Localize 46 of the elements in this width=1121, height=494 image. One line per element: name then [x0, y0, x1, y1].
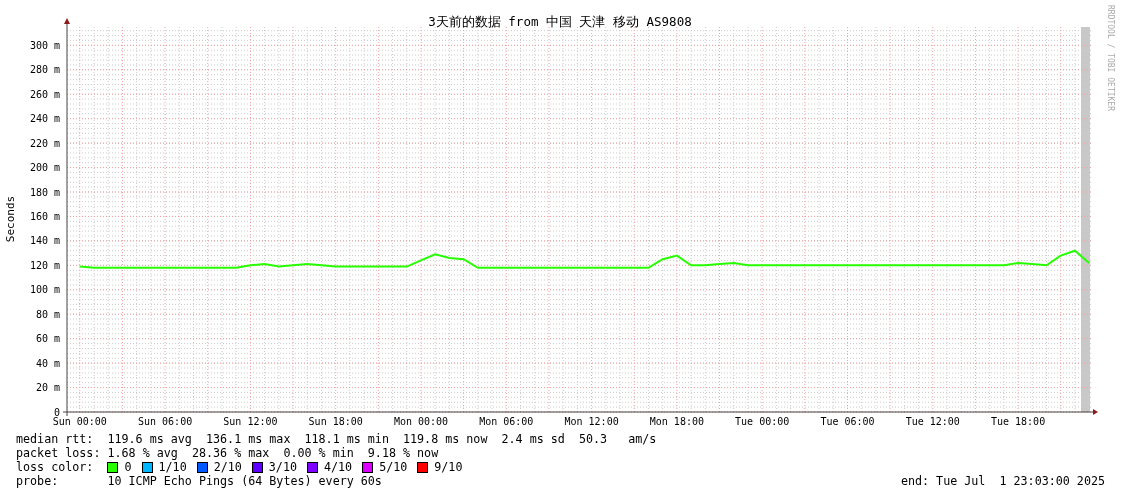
x-tick-label: Mon 12:00: [564, 416, 619, 427]
x-tick-label: Sun 18:00: [308, 416, 363, 427]
x-tick-label: Mon 00:00: [393, 416, 449, 427]
legend-label: loss color:: [16, 460, 95, 474]
legend-label: probe:: [16, 474, 60, 488]
x-tick-label: Mon 06:00: [479, 416, 534, 427]
legend-text: 1.68 % avg 28.36 % max 0.00 % min 9.18 % now: [107, 446, 439, 460]
x-tick-label: Sun 00:00: [52, 416, 107, 427]
loss-color-label: 4/10: [324, 460, 353, 474]
loss-color-label: 0: [124, 460, 132, 474]
x-tick-label: Tue 06:00: [820, 416, 875, 427]
legend-label: packet loss:: [16, 446, 102, 460]
y-axis-label: Seconds: [4, 195, 17, 243]
x-tick-label: Mon 18:00: [649, 416, 704, 427]
y-tick-label: 0: [53, 406, 60, 418]
y-tick-label: 100 m: [29, 284, 60, 296]
y-tick-label: 260 m: [29, 88, 60, 100]
y-tick-label: 280 m: [29, 64, 60, 76]
chart-title: 3天前的数据 from 中国 天津 移动 AS9808: [428, 14, 692, 29]
y-tick-label: 140 m: [29, 235, 60, 247]
legend-label: median rtt:: [16, 432, 95, 446]
loss-color-label: 9/10: [434, 460, 463, 474]
y-tick-label: 60 m: [35, 333, 60, 345]
credit-text: RRDTOOL / TOBI OETIKER: [1106, 5, 1115, 111]
loss-color-label: 2/10: [213, 460, 242, 474]
loss-color-label: 1/10: [158, 460, 187, 474]
x-tick-label: Sun 12:00: [223, 416, 278, 427]
y-tick-label: 240 m: [29, 113, 60, 125]
y-tick-label: 80 m: [35, 308, 60, 320]
x-tick-label: Tue 12:00: [905, 416, 960, 427]
y-tick-label: 300 m: [29, 39, 60, 51]
y-tick-label: 200 m: [29, 162, 60, 174]
legend-text: 119.6 ms avg 136.1 ms max 118.1 ms min 119.8 ms now 2.4 ms sd 50.3 am/s: [107, 432, 657, 446]
loss-color-label: 5/10: [379, 460, 408, 474]
y-tick-label: 120 m: [29, 259, 60, 271]
loss-color-label: 3/10: [268, 460, 297, 474]
y-tick-label: 20 m: [35, 382, 60, 394]
y-tick-label: 180 m: [29, 186, 60, 198]
y-tick-label: 40 m: [35, 357, 60, 369]
x-tick-label: Tue 18:00: [991, 416, 1046, 427]
y-tick-label: 220 m: [29, 137, 60, 149]
y-tick-label: 160 m: [29, 210, 60, 222]
end-time: end: Tue Jul 1 23:03:00 2025: [900, 474, 1106, 488]
x-tick-label: Tue 00:00: [735, 416, 790, 427]
x-tick-label: Sun 06:00: [138, 416, 193, 427]
legend-text: 10 ICMP Echo Pings (64 Bytes) every 60s: [107, 474, 382, 488]
